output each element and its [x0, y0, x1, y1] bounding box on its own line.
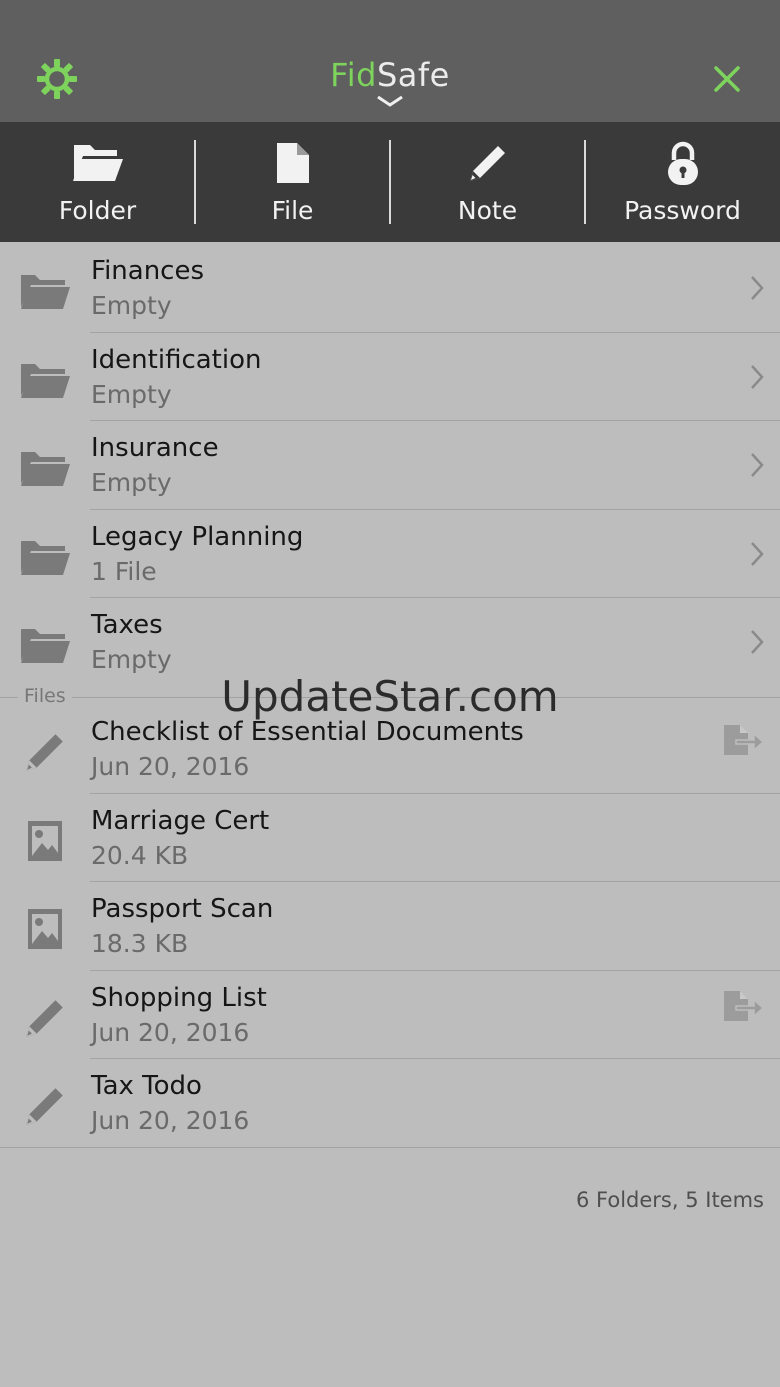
- app-header: FidSafe: [0, 0, 780, 122]
- file-name: Shopping List: [91, 982, 267, 1013]
- file-detail: Jun 20, 2016: [91, 1017, 250, 1047]
- file-detail: 20.4 KB: [91, 840, 189, 870]
- add-folder-button[interactable]: Folder: [0, 122, 196, 242]
- share-icon[interactable]: [722, 723, 764, 757]
- file-row-passport-scan[interactable]: Passport Scan 18.3 KB: [0, 882, 780, 971]
- pencil-icon: [469, 146, 505, 181]
- add-password-label: Password: [624, 196, 741, 225]
- add-note-label: Note: [457, 196, 518, 225]
- folder-icon: [18, 353, 72, 407]
- chevron-right-icon: [751, 453, 764, 478]
- folder-icon: [18, 530, 72, 584]
- folder-icon: [18, 264, 72, 318]
- file-detail: 18.3 KB: [91, 929, 189, 959]
- folder-row-legacy-planning[interactable]: Legacy Planning 1 File: [0, 510, 780, 599]
- file-row-shopping-list[interactable]: Shopping List Jun 20, 2016: [0, 971, 780, 1060]
- file-icon: [276, 143, 309, 183]
- folder-name: Identification: [91, 344, 262, 375]
- folder-name: Legacy Planning: [91, 521, 304, 552]
- pencil-icon: [18, 991, 72, 1045]
- folder-row-insurance[interactable]: Insurance Empty: [0, 421, 780, 510]
- title-safe: Safe: [376, 56, 450, 94]
- add-file-button[interactable]: File: [195, 122, 391, 242]
- folder-status: Empty: [91, 468, 172, 498]
- chevron-right-icon: [751, 541, 764, 566]
- title-fid: Fid: [330, 56, 377, 94]
- pencil-icon: [18, 725, 72, 779]
- share-icon[interactable]: [722, 989, 764, 1023]
- add-file-label: File: [271, 196, 314, 225]
- add-password-button[interactable]: Password: [585, 122, 780, 242]
- app-title[interactable]: FidSafe: [0, 55, 780, 95]
- folder-icon: [18, 441, 72, 495]
- chevron-right-icon: [751, 364, 764, 389]
- folder-status: Empty: [91, 291, 172, 320]
- image-icon: [18, 814, 72, 868]
- file-detail: Jun 20, 2016: [91, 1106, 250, 1136]
- watermark-text: UpdateStar.com: [221, 672, 559, 721]
- folder-name: Taxes: [91, 610, 163, 641]
- file-row-marriage-cert[interactable]: Marriage Cert 20.4 KB: [0, 794, 780, 883]
- folder-status: Empty: [91, 379, 172, 409]
- folder-row-finances[interactable]: Finances Empty: [0, 244, 780, 333]
- item-count-summary: 6 Folders, 5 Items: [575, 1188, 764, 1212]
- chevron-right-icon: [751, 630, 764, 655]
- folder-name: Finances: [91, 256, 205, 286]
- folder-open-icon: [72, 145, 123, 181]
- add-toolbar: Folder File Note Password: [0, 122, 780, 242]
- close-icon[interactable]: [708, 60, 746, 98]
- file-name: Tax Todo: [91, 1071, 202, 1102]
- file-name: Passport Scan: [91, 894, 274, 925]
- file-row-tax-todo[interactable]: Tax Todo Jun 20, 2016: [0, 1059, 780, 1148]
- chevron-right-icon: [751, 276, 764, 300]
- folder-row-identification[interactable]: Identification Empty: [0, 333, 780, 422]
- row-divider: [0, 1146, 780, 1148]
- image-icon: [18, 902, 72, 956]
- chevron-down-icon[interactable]: [375, 94, 405, 108]
- file-name: Marriage Cert: [91, 805, 270, 836]
- file-detail: Jun 20, 2016: [91, 751, 250, 781]
- lock-icon: [667, 141, 698, 185]
- add-note-button[interactable]: Note: [390, 122, 586, 242]
- folder-name: Insurance: [91, 433, 219, 464]
- add-folder-label: Folder: [58, 196, 137, 225]
- folder-status: 1 File: [91, 556, 157, 586]
- folder-icon: [18, 618, 72, 672]
- pencil-icon: [18, 1079, 72, 1133]
